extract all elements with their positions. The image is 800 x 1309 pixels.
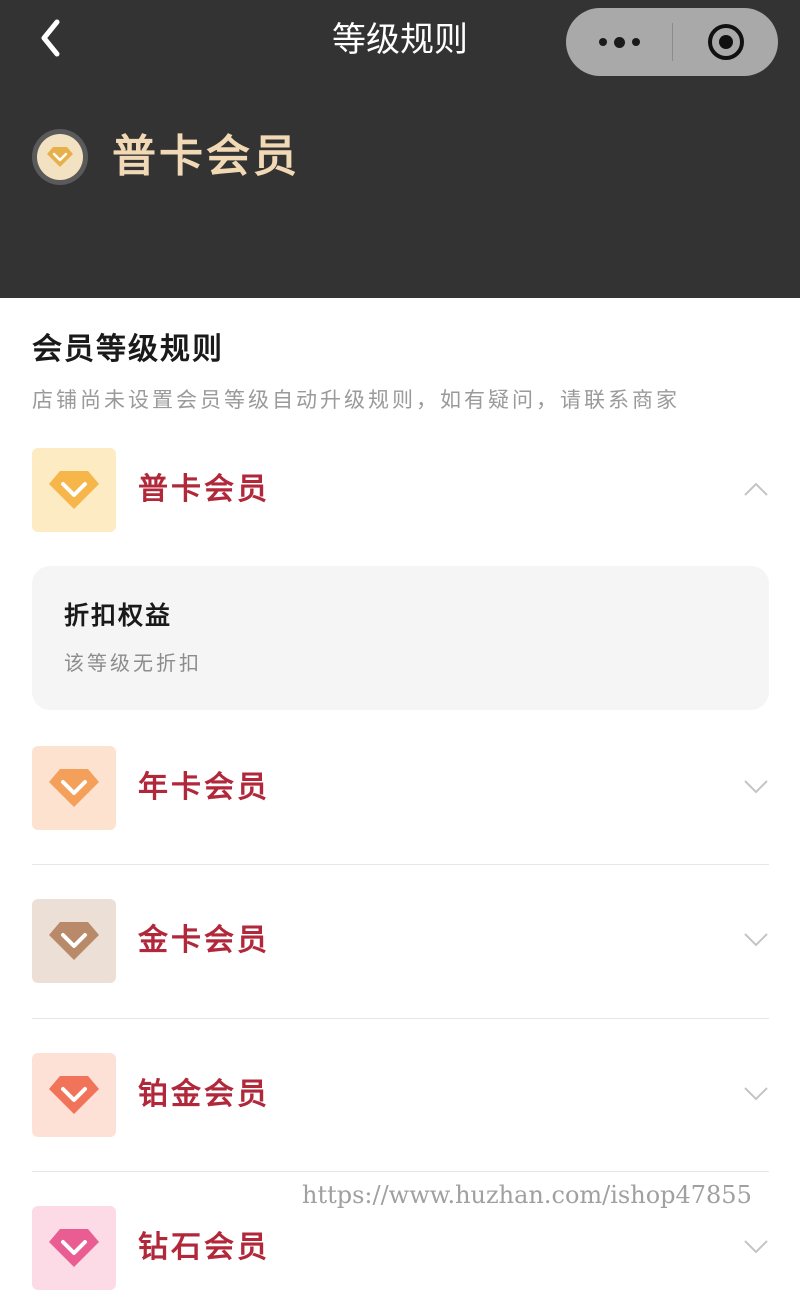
expand-toggle[interactable]: [743, 1081, 769, 1107]
diamond-icon: [49, 471, 99, 509]
section-description: 店铺尚未设置会员等级自动升级规则，如有疑问，请联系商家: [32, 388, 680, 412]
header-panel: 等级规则 普卡会员: [0, 0, 800, 298]
diamond-icon: [49, 769, 99, 807]
mini-program-capsule: [566, 8, 778, 76]
diamond-icon: [49, 1076, 99, 1114]
level-name: 年卡会员: [138, 770, 270, 805]
current-level-badge: [32, 129, 88, 185]
chevron-down-icon: [744, 933, 768, 947]
level-item-diamond[interactable]: 钻石会员: [32, 1206, 769, 1290]
level-item-normal[interactable]: 普卡会员: [32, 448, 769, 532]
more-dot-icon: [631, 38, 640, 46]
level-item-platinum[interactable]: 铂金会员: [32, 1053, 769, 1137]
collapse-toggle[interactable]: [743, 476, 769, 502]
target-icon: [707, 24, 744, 60]
current-level-name: 普卡会员: [112, 131, 300, 182]
diamond-icon: [49, 1229, 99, 1267]
chevron-down-icon: [744, 1087, 768, 1101]
level-icon-tile: [32, 1053, 116, 1137]
section-title: 会员等级规则: [32, 332, 224, 367]
benefit-description: 该等级无折扣: [64, 651, 202, 675]
expand-toggle[interactable]: [743, 774, 769, 800]
watermark-text: https://www.huzhan.com/ishop47855: [302, 1181, 752, 1209]
diamond-icon: [47, 147, 73, 167]
more-dot-icon: [613, 36, 625, 48]
diamond-icon: [49, 922, 99, 960]
divider: [32, 864, 769, 865]
level-icon-tile: [32, 746, 116, 830]
more-dot-icon: [598, 38, 607, 46]
divider: [32, 1171, 769, 1172]
benefit-title: 折扣权益: [64, 601, 173, 630]
chevron-up-icon: [744, 482, 768, 496]
close-mini-program-button[interactable]: [673, 8, 778, 76]
expand-toggle[interactable]: [743, 927, 769, 953]
divider: [32, 1018, 769, 1019]
more-button[interactable]: [566, 8, 672, 76]
level-item-gold[interactable]: 金卡会员: [32, 899, 769, 983]
chevron-down-icon: [744, 1240, 768, 1254]
expand-toggle[interactable]: [743, 1234, 769, 1260]
level-item-annual[interactable]: 年卡会员: [32, 746, 769, 830]
level-icon-tile: [32, 899, 116, 983]
level-icon-tile: [32, 1206, 116, 1290]
level-icon-tile: [32, 448, 116, 532]
level-name: 金卡会员: [138, 923, 270, 958]
level-name: 钻石会员: [138, 1230, 270, 1265]
level-name: 铂金会员: [138, 1077, 270, 1112]
level-name: 普卡会员: [138, 472, 270, 507]
chevron-down-icon: [744, 780, 768, 794]
benefit-card: 折扣权益 该等级无折扣: [32, 566, 769, 710]
